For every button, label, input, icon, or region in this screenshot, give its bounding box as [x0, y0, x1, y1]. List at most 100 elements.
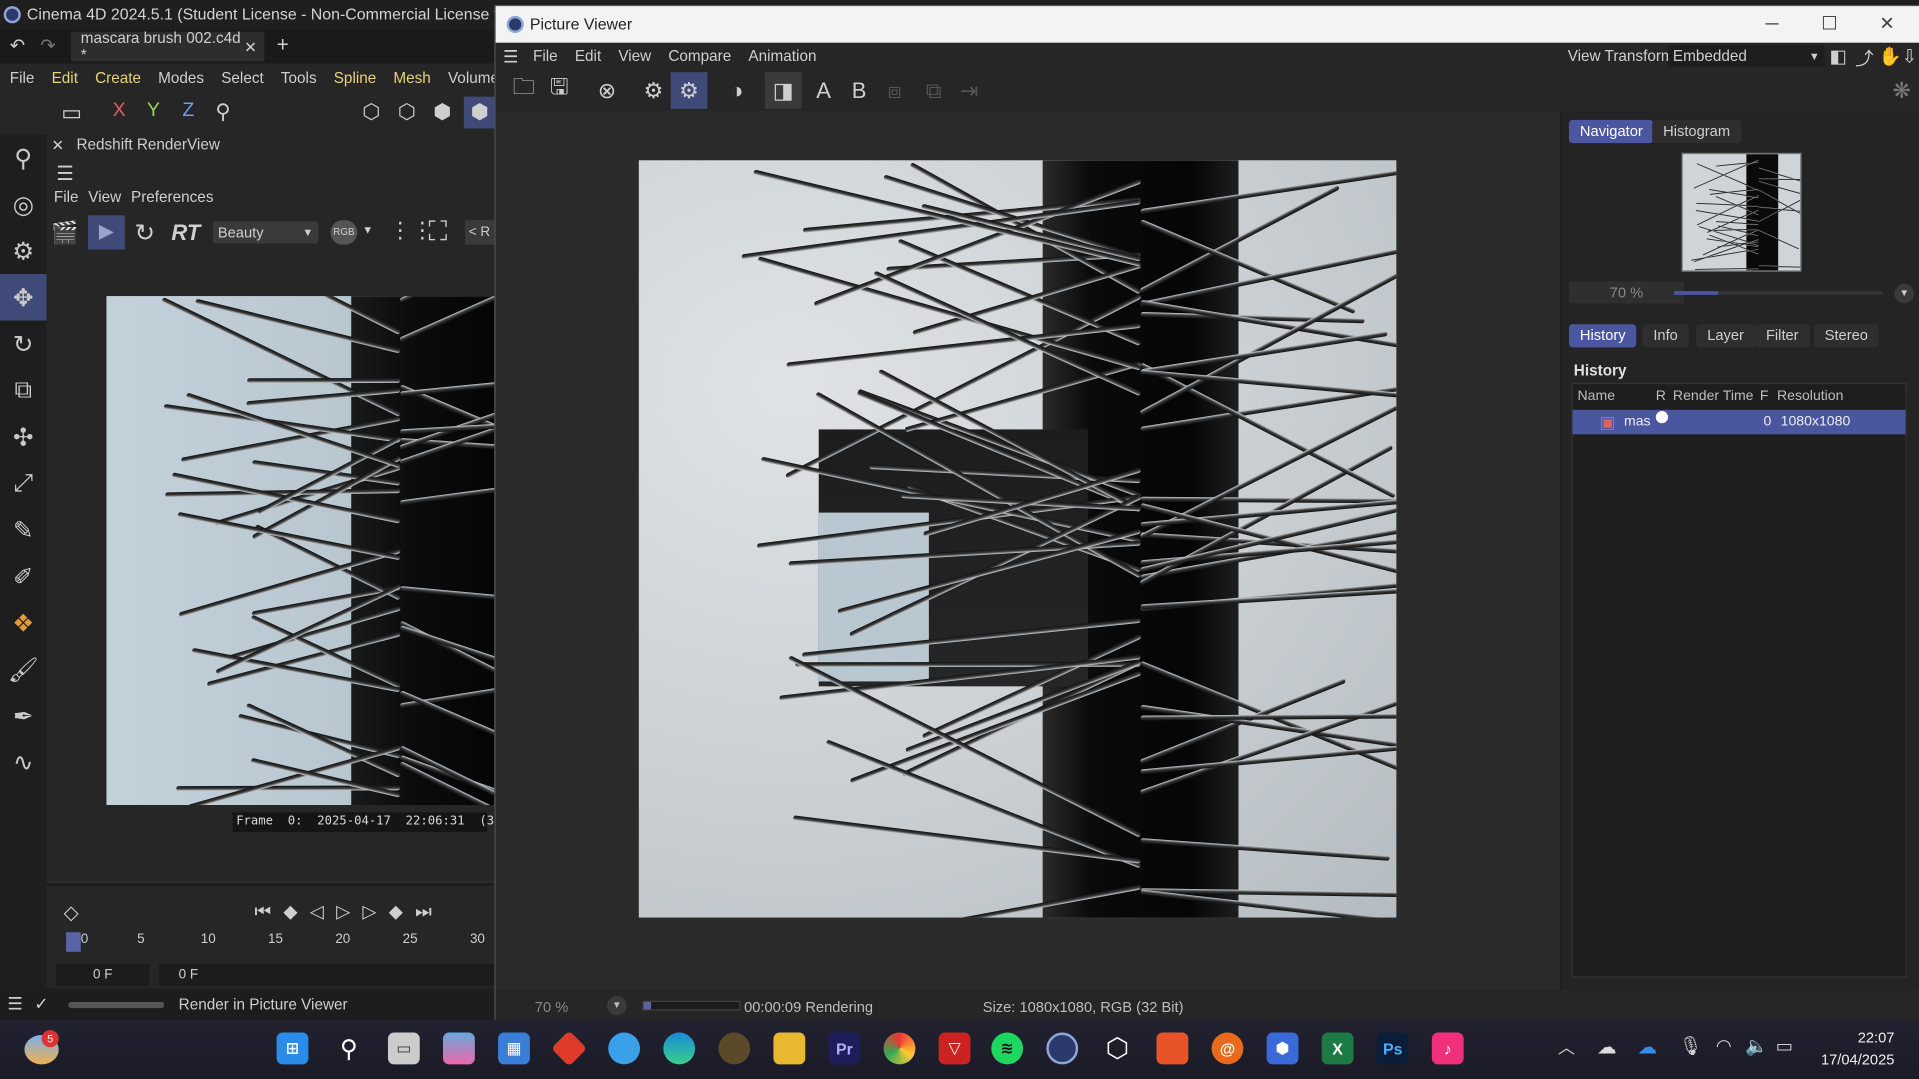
nav-zoom-slider[interactable] — [1674, 291, 1883, 295]
chevron-down-icon[interactable]: ▼ — [607, 995, 627, 1016]
close-panel-icon[interactable]: ✕ — [51, 135, 64, 153]
volume-icon[interactable]: 🔈 — [1745, 1035, 1768, 1057]
play-icon[interactable]: ▷ — [336, 900, 350, 923]
paint-brush-icon[interactable]: 🖌 — [0, 646, 47, 692]
save-icon[interactable]: 🖫 — [541, 72, 578, 109]
axis-y-lock[interactable]: Y — [147, 100, 160, 122]
menu-select[interactable]: Select — [221, 70, 264, 87]
rt-toggle[interactable]: RT — [171, 220, 200, 246]
points-mode-icon[interactable]: ⬡ — [362, 100, 380, 124]
col-name[interactable]: Name — [1577, 389, 1615, 404]
menu-mesh[interactable]: Mesh — [393, 70, 430, 87]
knife-tool-icon[interactable]: ✒ — [0, 692, 47, 738]
tab-stereo[interactable]: Stereo — [1813, 324, 1879, 348]
prev-frame-icon[interactable]: ◁ — [310, 900, 324, 923]
contrast-icon[interactable]: ◑ — [718, 72, 755, 109]
table-row[interactable]: ▣ mas 0 1080x1080 — [1572, 409, 1906, 435]
pv-hamburger-icon[interactable]: ☰ — [503, 46, 518, 67]
panel-menu-icon[interactable]: ☰ — [56, 161, 74, 185]
spotify-icon[interactable]: ≋ — [991, 1032, 1024, 1065]
scale-axis-icon[interactable]: ⤢ — [0, 460, 47, 506]
spline-sketch-icon[interactable]: ✐ — [0, 553, 47, 599]
coordinate-system-icon[interactable]: ⚲ — [215, 100, 230, 124]
minimize-icon[interactable]: ─ — [1744, 6, 1800, 43]
start-windows-icon[interactable]: ⊞ — [276, 1032, 309, 1065]
scale-tool-icon[interactable]: ⧉ — [0, 367, 47, 413]
cinema4d-taskbar-icon[interactable] — [1046, 1032, 1079, 1065]
document-tab[interactable]: mascara brush 002.c4d * ✕ — [70, 29, 265, 64]
houdini-icon[interactable]: @ — [1211, 1032, 1244, 1065]
premiere-pro-icon[interactable]: Pr — [828, 1032, 861, 1065]
clapper-icon[interactable]: 🎬 — [51, 220, 78, 246]
view-transform-dropdown[interactable]: Embedded ▼ — [1668, 45, 1825, 68]
move-tool-icon[interactable]: ✥ — [0, 274, 47, 321]
task-view-icon[interactable]: ▭ — [387, 1032, 420, 1065]
go-to-end-icon[interactable]: ⏭ — [415, 901, 432, 922]
col-f[interactable]: F — [1760, 389, 1769, 404]
go-to-start-icon[interactable]: ⏮ — [255, 901, 272, 922]
copilot-icon[interactable] — [443, 1032, 475, 1065]
select-tool-icon[interactable]: ◎ — [0, 181, 47, 227]
detach-icon[interactable]: ⤴ — [1855, 45, 1873, 71]
wifi-icon[interactable]: ◠ — [1716, 1035, 1732, 1057]
brave-icon[interactable] — [1156, 1032, 1189, 1065]
clock-date[interactable]: 17/04/2025 — [1809, 1051, 1895, 1068]
tab-navigator[interactable]: Navigator — [1568, 119, 1654, 144]
archive-icon[interactable]: ▭ — [61, 100, 82, 126]
refresh-icon[interactable]: ↻ — [135, 218, 156, 249]
col-r[interactable]: R — [1656, 389, 1666, 404]
close-icon[interactable]: ✕ — [1859, 6, 1915, 43]
axis-x-lock[interactable]: X — [113, 100, 126, 122]
new-tab-icon[interactable]: + — [277, 33, 289, 57]
redo-icon[interactable]: ↷ — [40, 34, 55, 56]
open-folder-icon[interactable]: 🗀 — [505, 72, 542, 109]
microphone-icon[interactable]: 🎙 — [1679, 1035, 1702, 1057]
export-icon[interactable]: ⇥ — [951, 72, 988, 109]
menu-edit[interactable]: Edit — [52, 70, 78, 87]
tab-layer[interactable]: Layer — [1696, 324, 1755, 348]
fl-studio-icon[interactable] — [718, 1032, 751, 1065]
search-icon[interactable]: ⚲ — [0, 135, 47, 181]
onedrive-icon[interactable]: ☁ — [1637, 1035, 1657, 1059]
rs-menu-preferences[interactable]: Preferences — [131, 188, 213, 205]
col-render-time[interactable]: Render Time — [1673, 389, 1754, 404]
photoshop-icon[interactable]: Ps — [1376, 1032, 1409, 1065]
navigator-thumbnail[interactable] — [1681, 152, 1802, 272]
settings-gear-icon[interactable]: ⚙ — [635, 72, 672, 109]
pin-icon[interactable]: ⇩ — [1902, 45, 1917, 67]
tweak-tool-icon[interactable]: ⚙ — [0, 228, 47, 274]
next-key-icon[interactable]: ◆ — [389, 900, 403, 923]
chevron-down-icon[interactable]: ▼ — [362, 224, 373, 236]
polygons-mode-icon[interactable]: ⬢ — [433, 100, 451, 124]
blender-cube-icon[interactable]: ⬡ — [1101, 1033, 1133, 1065]
grid-icon[interactable]: ⋮⋮ — [389, 218, 433, 244]
prev-key-icon[interactable]: ◆ — [283, 900, 297, 923]
telegram-icon[interactable] — [608, 1032, 641, 1065]
compare-b-icon[interactable]: B — [841, 72, 878, 109]
rs-menu-view[interactable]: View — [88, 188, 121, 205]
transform-tool-icon[interactable]: ✣ — [0, 414, 47, 460]
pv-menu-file[interactable]: File — [533, 48, 558, 65]
color-mode-button[interactable]: RGB — [330, 220, 358, 245]
tab-info[interactable]: Info — [1642, 324, 1689, 348]
stop-render-icon[interactable]: ⊗ — [589, 72, 626, 109]
microsoft-store-icon[interactable]: ▦ — [498, 1032, 530, 1065]
edge-icon[interactable] — [663, 1032, 696, 1065]
crop-icon[interactable]: ⛶ — [428, 215, 447, 247]
pv-menu-view[interactable]: View — [618, 48, 651, 65]
menu-modes[interactable]: Modes — [158, 70, 204, 87]
split-view-icon[interactable]: ◧ — [1830, 45, 1847, 67]
region-button[interactable]: < R — [465, 220, 495, 245]
timeline-ruler[interactable]: 0 5 10 15 20 25 30 — [61, 932, 494, 952]
start-frame-field[interactable]: 0 F — [56, 964, 150, 987]
chrome-icon[interactable] — [883, 1032, 916, 1065]
menu-spline[interactable]: Spline — [334, 70, 377, 87]
tab-history[interactable]: History — [1568, 324, 1637, 348]
layers-icon[interactable]: ⧉ — [915, 72, 952, 109]
chevron-down-icon[interactable]: ▼ — [1894, 283, 1915, 304]
tab-filter[interactable]: Filter — [1754, 324, 1810, 348]
edges-mode-icon[interactable]: ⬡ — [398, 100, 416, 124]
cloud-icon[interactable]: ☁ — [1597, 1035, 1617, 1059]
primitives-icon[interactable]: ❖ — [0, 599, 47, 645]
model-mode-icon[interactable]: ⬢ — [463, 96, 496, 129]
